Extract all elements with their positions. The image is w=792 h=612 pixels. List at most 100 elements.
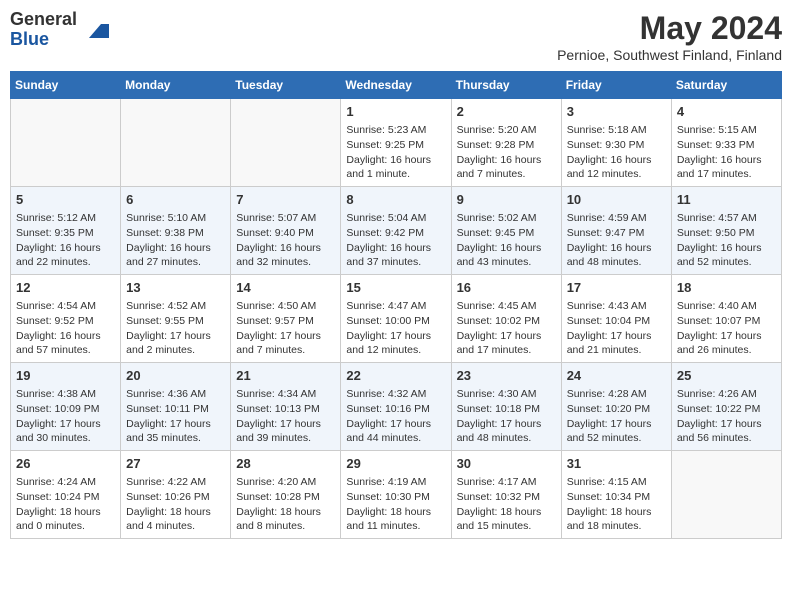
- calendar-cell: 13Sunrise: 4:52 AM Sunset: 9:55 PM Dayli…: [121, 275, 231, 363]
- day-number: 14: [236, 279, 335, 297]
- day-number: 10: [567, 191, 666, 209]
- day-number: 12: [16, 279, 115, 297]
- calendar-cell: 15Sunrise: 4:47 AM Sunset: 10:00 PM Dayl…: [341, 275, 451, 363]
- calendar-cell: 3 Sunrise: 5:18 AM Sunset: 9:30 PM Daylig…: [561, 99, 671, 187]
- day-number: 26: [16, 455, 115, 473]
- day-number: 27: [126, 455, 225, 473]
- calendar-cell: 14 Sunrise: 4:50 AM Sunset: 9:57 PM Dayli…: [231, 275, 341, 363]
- day-number: 19: [16, 367, 115, 385]
- day-info: Sunrise: 4:38 AM Sunset: 10:09 PM Daylig…: [16, 387, 115, 446]
- header-saturday: Saturday: [671, 72, 781, 99]
- calendar-cell: 10 Sunrise: 4:59 AM Sunset: 9:47 PM Dayli…: [561, 187, 671, 275]
- calendar-cell: 30Sunrise: 4:17 AM Sunset: 10:32 PM Dayl…: [451, 451, 561, 539]
- header-tuesday: Tuesday: [231, 72, 341, 99]
- header-monday: Monday: [121, 72, 231, 99]
- day-info: Sunrise: 4:22 AM Sunset: 10:26 PM Daylig…: [126, 475, 225, 534]
- day-number: 17: [567, 279, 666, 297]
- calendar-cell: 25 Sunrise: 4:26 AM Sunset: 10:22 PM Dayl…: [671, 363, 781, 451]
- week-row-5: 26 Sunrise: 4:24 AM Sunset: 10:24 PM Dayl…: [11, 451, 782, 539]
- day-info: Sunrise: 5:23 AM Sunset: 9:25 PM Dayligh…: [346, 123, 445, 182]
- logo-general-text: General: [10, 10, 77, 30]
- calendar-cell: 24 Sunrise: 4:28 AM Sunset: 10:20 PM Dayl…: [561, 363, 671, 451]
- day-number: 16: [457, 279, 556, 297]
- day-number: 6: [126, 191, 225, 209]
- calendar-cell: 17 Sunrise: 4:43 AM Sunset: 10:04 PM Dayl…: [561, 275, 671, 363]
- day-info: Sunrise: 4:19 AM Sunset: 10:30 PM Daylig…: [346, 475, 445, 534]
- calendar-cell: 21 Sunrise: 4:34 AM Sunset: 10:13 PM Dayl…: [231, 363, 341, 451]
- day-info: Sunrise: 5:07 AM Sunset: 9:40 PM Dayligh…: [236, 211, 335, 270]
- day-number: 3: [567, 103, 666, 121]
- calendar-header-row: SundayMondayTuesdayWednesdayThursdayFrid…: [11, 72, 782, 99]
- page-header: General Blue May 2024 Pernioe, Southwest…: [10, 10, 782, 63]
- day-number: 21: [236, 367, 335, 385]
- calendar-cell: 19 Sunrise: 4:38 AM Sunset: 10:09 PM Dayl…: [11, 363, 121, 451]
- day-number: 20: [126, 367, 225, 385]
- calendar-cell: 18 Sunrise: 4:40 AM Sunset: 10:07 PM Dayl…: [671, 275, 781, 363]
- day-number: 31: [567, 455, 666, 473]
- day-info: Sunrise: 4:30 AM Sunset: 10:18 PM Daylig…: [457, 387, 556, 446]
- day-info: Sunrise: 4:45 AM Sunset: 10:02 PM Daylig…: [457, 299, 556, 358]
- day-info: Sunrise: 4:59 AM Sunset: 9:47 PM Dayligh…: [567, 211, 666, 270]
- day-info: Sunrise: 4:24 AM Sunset: 10:24 PM Daylig…: [16, 475, 115, 534]
- day-info: Sunrise: 4:28 AM Sunset: 10:20 PM Daylig…: [567, 387, 666, 446]
- day-info: Sunrise: 4:15 AM Sunset: 10:34 PM Daylig…: [567, 475, 666, 534]
- day-info: Sunrise: 4:34 AM Sunset: 10:13 PM Daylig…: [236, 387, 335, 446]
- day-number: 11: [677, 191, 776, 209]
- day-info: Sunrise: 4:40 AM Sunset: 10:07 PM Daylig…: [677, 299, 776, 358]
- location: Pernioe, Southwest Finland, Finland: [557, 47, 782, 63]
- week-row-1: 1 Sunrise: 5:23 AM Sunset: 9:25 PM Daylig…: [11, 99, 782, 187]
- day-info: Sunrise: 4:32 AM Sunset: 10:16 PM Daylig…: [346, 387, 445, 446]
- calendar-cell: 4 Sunrise: 5:15 AM Sunset: 9:33 PM Daylig…: [671, 99, 781, 187]
- calendar-cell: 8 Sunrise: 5:04 AM Sunset: 9:42 PM Daylig…: [341, 187, 451, 275]
- calendar-cell: 7 Sunrise: 5:07 AM Sunset: 9:40 PM Daylig…: [231, 187, 341, 275]
- header-thursday: Thursday: [451, 72, 561, 99]
- day-number: 9: [457, 191, 556, 209]
- calendar-cell: 29 Sunrise: 4:19 AM Sunset: 10:30 PM Dayl…: [341, 451, 451, 539]
- header-friday: Friday: [561, 72, 671, 99]
- calendar-cell: 9 Sunrise: 5:02 AM Sunset: 9:45 PM Daylig…: [451, 187, 561, 275]
- day-number: 2: [457, 103, 556, 121]
- day-info: Sunrise: 4:52 AM Sunset: 9:55 PM Dayligh…: [126, 299, 225, 358]
- calendar-cell: 6Sunrise: 5:10 AM Sunset: 9:38 PM Daylig…: [121, 187, 231, 275]
- header-sunday: Sunday: [11, 72, 121, 99]
- calendar-cell: 20 Sunrise: 4:36 AM Sunset: 10:11 PM Dayl…: [121, 363, 231, 451]
- month-title: May 2024: [557, 10, 782, 47]
- day-number: 30: [457, 455, 556, 473]
- day-number: 24: [567, 367, 666, 385]
- logo-icon: [81, 16, 109, 44]
- day-info: Sunrise: 4:50 AM Sunset: 9:57 PM Dayligh…: [236, 299, 335, 358]
- day-info: Sunrise: 5:04 AM Sunset: 9:42 PM Dayligh…: [346, 211, 445, 270]
- day-info: Sunrise: 4:43 AM Sunset: 10:04 PM Daylig…: [567, 299, 666, 358]
- calendar-cell: 22Sunrise: 4:32 AM Sunset: 10:16 PM Dayl…: [341, 363, 451, 451]
- day-number: 8: [346, 191, 445, 209]
- day-info: Sunrise: 5:18 AM Sunset: 9:30 PM Dayligh…: [567, 123, 666, 182]
- day-info: Sunrise: 4:47 AM Sunset: 10:00 PM Daylig…: [346, 299, 445, 358]
- day-number: 18: [677, 279, 776, 297]
- day-number: 1: [346, 103, 445, 121]
- day-info: Sunrise: 4:57 AM Sunset: 9:50 PM Dayligh…: [677, 211, 776, 270]
- day-info: Sunrise: 4:54 AM Sunset: 9:52 PM Dayligh…: [16, 299, 115, 358]
- day-info: Sunrise: 5:02 AM Sunset: 9:45 PM Dayligh…: [457, 211, 556, 270]
- day-number: 4: [677, 103, 776, 121]
- calendar-cell: [231, 99, 341, 187]
- calendar-cell: 1 Sunrise: 5:23 AM Sunset: 9:25 PM Daylig…: [341, 99, 451, 187]
- calendar-cell: 16 Sunrise: 4:45 AM Sunset: 10:02 PM Dayl…: [451, 275, 561, 363]
- day-info: Sunrise: 4:36 AM Sunset: 10:11 PM Daylig…: [126, 387, 225, 446]
- day-info: Sunrise: 5:15 AM Sunset: 9:33 PM Dayligh…: [677, 123, 776, 182]
- day-number: 7: [236, 191, 335, 209]
- logo-blue-text: Blue: [10, 30, 77, 50]
- day-number: 25: [677, 367, 776, 385]
- day-number: 5: [16, 191, 115, 209]
- calendar-cell: 12 Sunrise: 4:54 AM Sunset: 9:52 PM Dayli…: [11, 275, 121, 363]
- calendar-cell: [121, 99, 231, 187]
- calendar-cell: 11 Sunrise: 4:57 AM Sunset: 9:50 PM Dayli…: [671, 187, 781, 275]
- calendar-cell: [671, 451, 781, 539]
- week-row-4: 19 Sunrise: 4:38 AM Sunset: 10:09 PM Dayl…: [11, 363, 782, 451]
- logo: General Blue: [10, 10, 109, 50]
- header-wednesday: Wednesday: [341, 72, 451, 99]
- day-info: Sunrise: 4:26 AM Sunset: 10:22 PM Daylig…: [677, 387, 776, 446]
- calendar-cell: [11, 99, 121, 187]
- day-number: 29: [346, 455, 445, 473]
- day-info: Sunrise: 4:20 AM Sunset: 10:28 PM Daylig…: [236, 475, 335, 534]
- calendar-cell: 31 Sunrise: 4:15 AM Sunset: 10:34 PM Dayl…: [561, 451, 671, 539]
